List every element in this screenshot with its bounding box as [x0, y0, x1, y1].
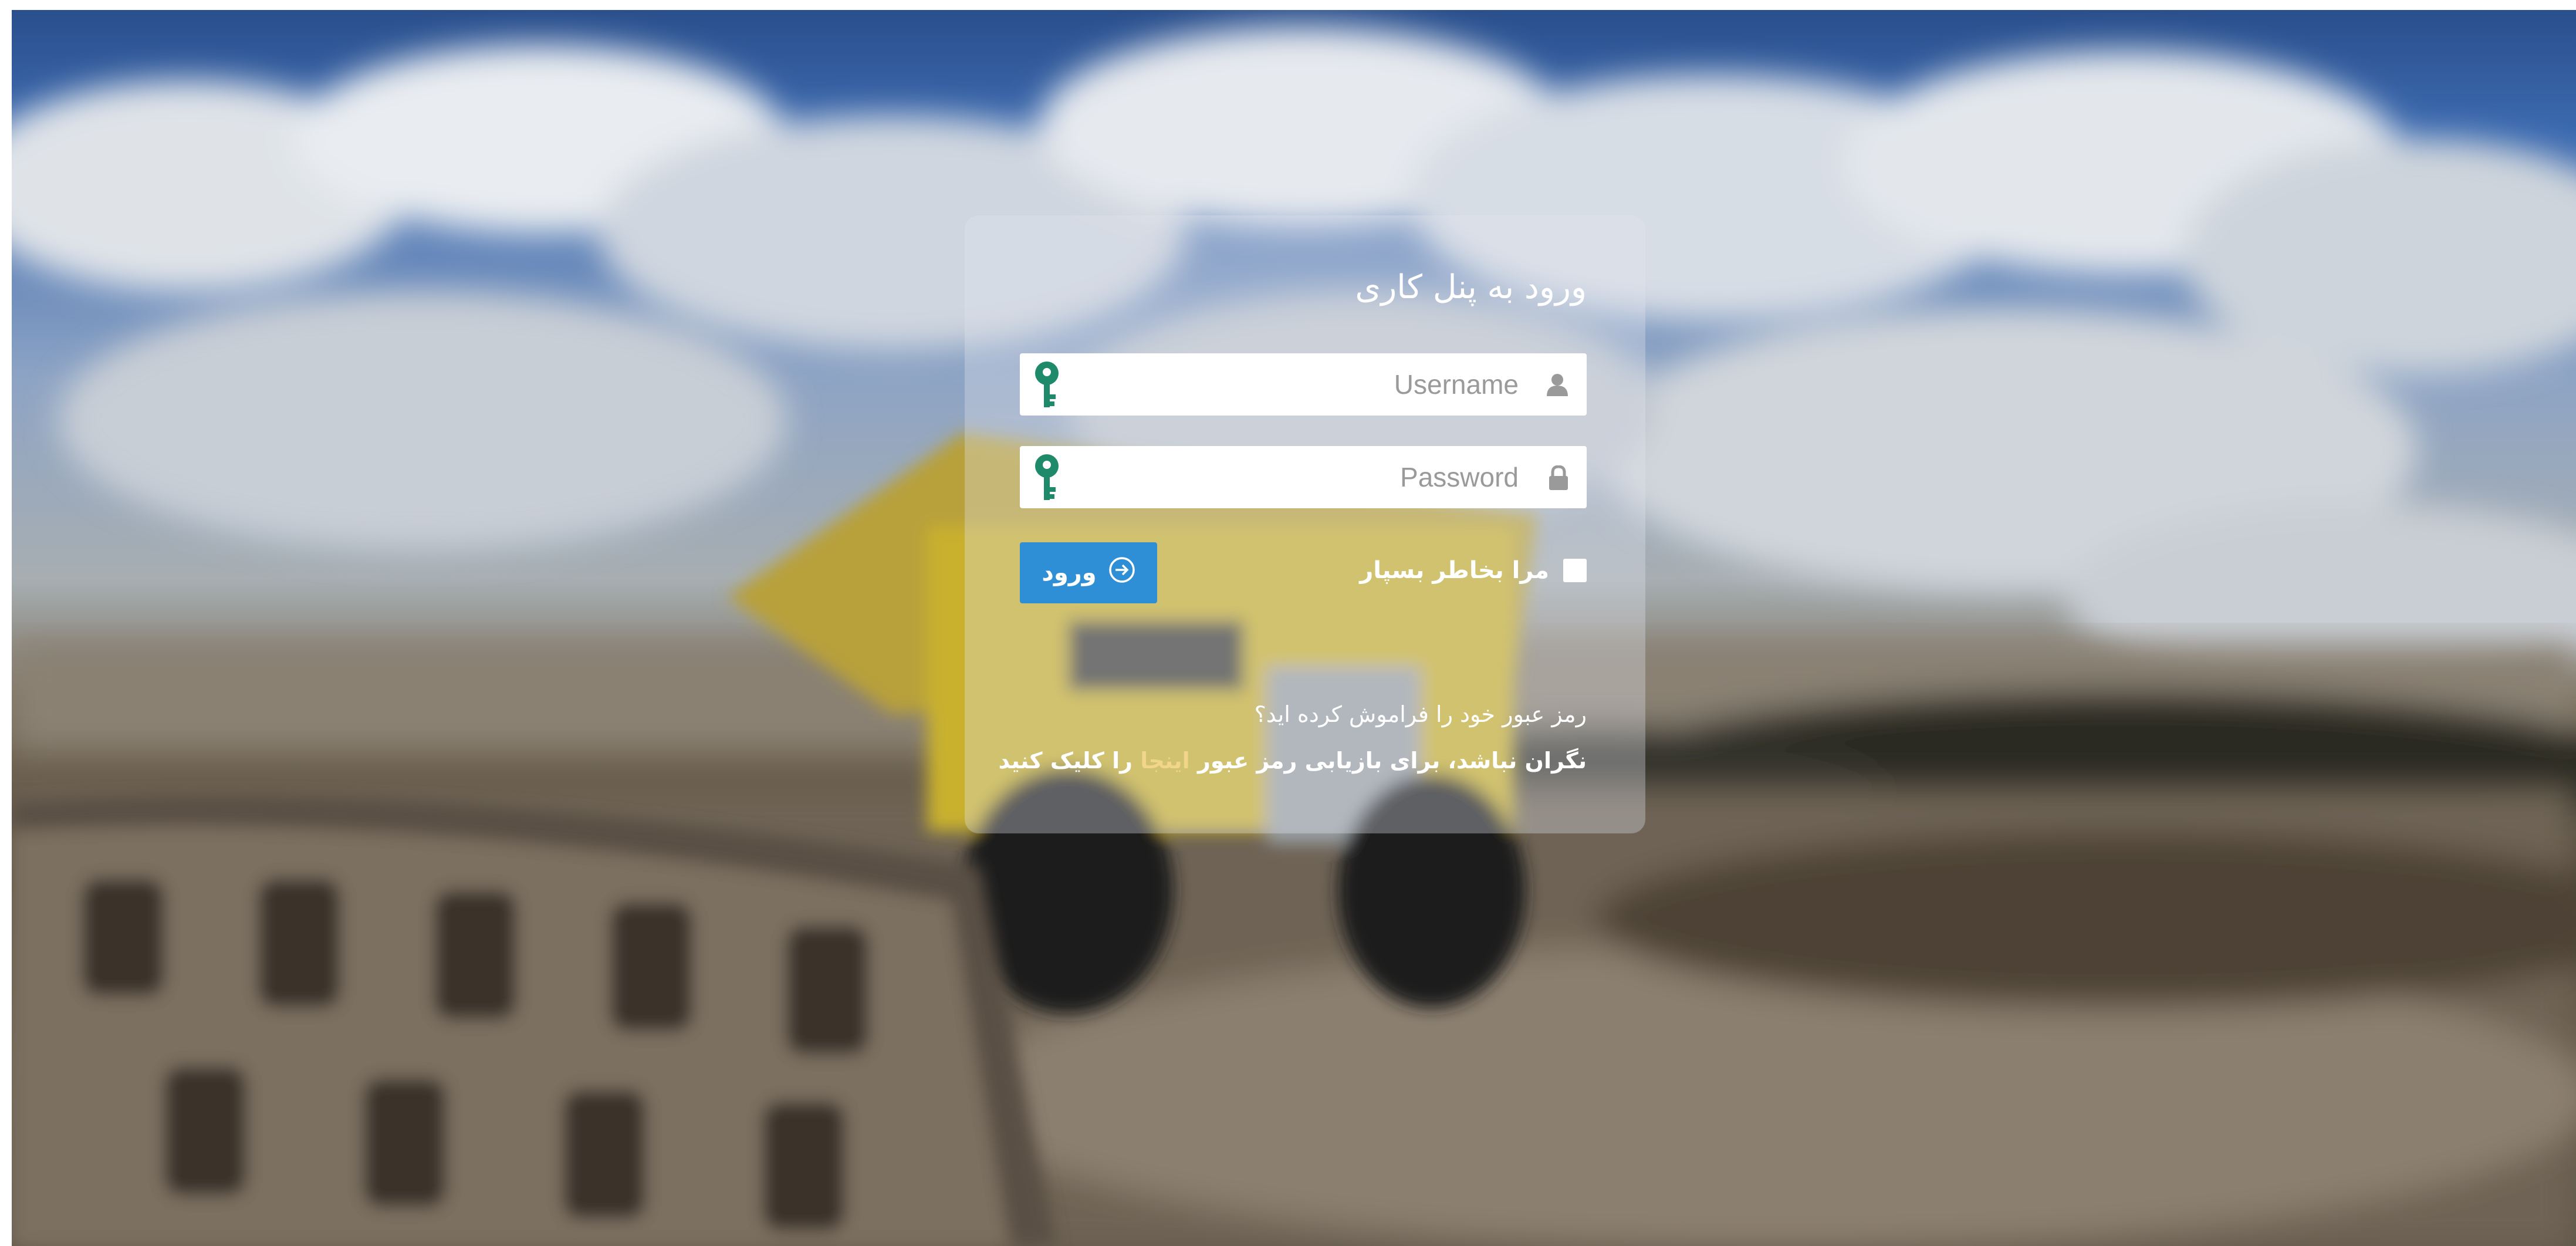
recover-suffix: را کلیک کنید	[998, 748, 1141, 774]
user-icon	[1546, 373, 1569, 399]
password-input[interactable]	[1084, 446, 1519, 508]
login-panel: ورود به پنل کاری Username ورود مرا بخاطر…	[965, 215, 1645, 833]
key-icon	[1034, 453, 1060, 505]
lock-icon	[1548, 465, 1569, 492]
remember-me: مرا بخاطر بسپار	[1360, 557, 1587, 584]
username-field	[1020, 353, 1587, 416]
username-input[interactable]	[1084, 353, 1519, 416]
password-field	[1020, 446, 1587, 508]
page-title: ورود به پنل کاری	[1355, 268, 1587, 306]
remember-me-checkbox[interactable]	[1563, 559, 1587, 582]
login-button-label: ورود	[1042, 559, 1097, 586]
recover-prefix: نگران نباشد، برای بازیابی رمز عبور	[1189, 748, 1587, 774]
forgot-password-text: رمز عبور خود را فراموش کرده اید؟	[1254, 701, 1587, 727]
key-icon	[1034, 360, 1060, 412]
login-button[interactable]: ورود	[1020, 542, 1157, 603]
recover-password-link[interactable]: اینجا	[1140, 748, 1189, 774]
tire-foreground	[12, 795, 1056, 1246]
recover-password-line: نگران نباشد، برای بازیابی رمز عبور اینجا…	[999, 748, 1587, 774]
arrow-circle-right-icon	[1108, 556, 1135, 589]
remember-me-label: مرا بخاطر بسپار	[1360, 557, 1549, 584]
